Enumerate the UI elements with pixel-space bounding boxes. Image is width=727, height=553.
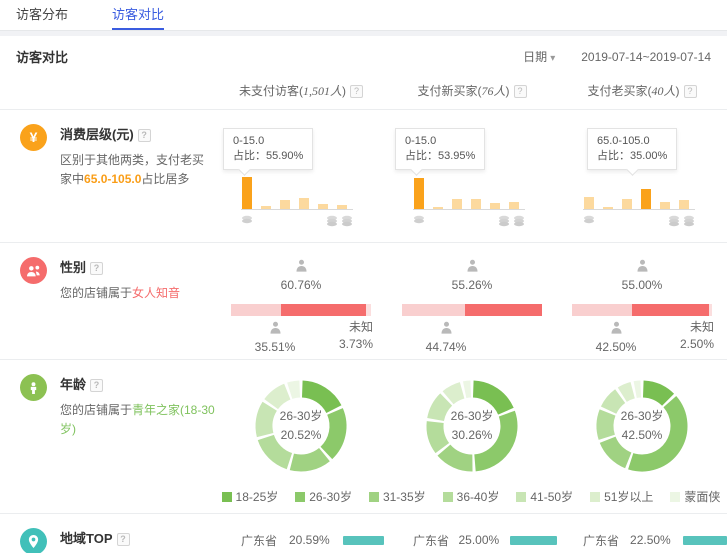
gender-stacked-bar xyxy=(572,304,712,316)
coin-stack-icon xyxy=(341,215,353,227)
male-icon xyxy=(268,321,283,338)
age-legend: 18-25岁 26-30岁 31-35岁 36-40岁 41-50岁 51岁以上… xyxy=(215,476,727,507)
region-list-unpaid: 广东省20.59% 浙江省11.06% xyxy=(215,528,387,553)
bar-chart xyxy=(413,176,525,210)
male-icon xyxy=(439,321,454,338)
age-donut-returning-buyers[interactable]: 26-30岁42.50% xyxy=(592,376,692,476)
row-title-region: 地域TOP? xyxy=(60,528,205,547)
region-row: 广东省25.00% xyxy=(413,532,557,548)
coin-stack-icon xyxy=(668,215,680,227)
coin-small-icon xyxy=(241,215,253,224)
bar-chart xyxy=(241,176,353,210)
yen-circle-icon: ¥ xyxy=(20,124,47,151)
region-row: 广东省20.59% xyxy=(241,532,387,548)
donut-center-label: 26-30岁42.50% xyxy=(592,376,692,476)
legend-item: 36-40岁 xyxy=(443,488,500,505)
gender-chart-new-buyers[interactable]: 55.26% 44.74% xyxy=(402,259,542,349)
location-pin-icon xyxy=(20,528,47,553)
chart-tooltip: 65.0-105.0占比：35.00% xyxy=(587,128,677,170)
gender-chart-unpaid[interactable]: 60.76% 35.51% 未知3.73% xyxy=(231,259,371,349)
consumption-chart-returning-buyers[interactable]: 65.0-105.0占比：35.00% xyxy=(557,124,727,232)
legend-item: 蒙面侠 xyxy=(670,488,720,505)
person-circle-icon xyxy=(20,374,47,401)
date-dropdown[interactable]: 日期▾ xyxy=(523,48,555,65)
legend-item: 18-25岁 xyxy=(222,488,279,505)
legend-item: 26-30岁 xyxy=(295,488,352,505)
chart-tooltip: 0-15.0占比：53.95% xyxy=(395,128,485,170)
region-list-returning-buyers: 广东省22.50% 福建省12.50% xyxy=(557,528,727,553)
female-icon xyxy=(294,259,309,276)
legend-swatch xyxy=(295,492,305,502)
gender-stacked-bar xyxy=(402,304,542,316)
coin-stack-icon xyxy=(513,215,525,227)
legend-item: 51岁以上 xyxy=(590,488,653,505)
bar-chart xyxy=(583,176,695,210)
help-icon[interactable]: ? xyxy=(138,129,151,142)
coin-stack-icon xyxy=(498,215,510,227)
row-title-consumption: 消费层级(元)? xyxy=(60,124,205,143)
row-desc-age: 您的店铺属于青年之家(18-30岁) xyxy=(60,401,220,439)
male-icon xyxy=(609,321,624,338)
region-row: 广东省22.50% xyxy=(583,532,727,548)
card-header: 访客对比 日期▾ 2019-07-14~2019-07-14 xyxy=(0,36,727,68)
people-circle-icon xyxy=(20,257,47,284)
coin-icons xyxy=(413,215,525,227)
row-age: 年龄? 您的店铺属于青年之家(18-30岁) 26-30岁20.52% 26-3… xyxy=(0,360,727,514)
legend-item: 31-35岁 xyxy=(369,488,426,505)
legend-swatch xyxy=(516,492,526,502)
coin-small-icon xyxy=(413,215,425,224)
region-list-new-buyers: 广东省25.00% 浙江省11.84% xyxy=(387,528,557,553)
help-icon[interactable]: ? xyxy=(90,379,103,392)
coin-stack-icon xyxy=(326,215,338,227)
help-icon[interactable]: ? xyxy=(684,85,697,98)
row-title-gender: 性别? xyxy=(60,257,205,276)
page-title: 访客对比 xyxy=(16,47,68,66)
chart-tooltip: 0-15.0占比：55.90% xyxy=(223,128,313,170)
consumption-chart-unpaid[interactable]: 0-15.0占比：55.90% xyxy=(215,124,387,232)
help-icon[interactable]: ? xyxy=(117,533,130,546)
unknown-gender-label: 未知3.73% xyxy=(339,319,373,353)
gender-stacked-bar xyxy=(231,304,371,316)
chevron-down-icon: ▾ xyxy=(550,53,555,64)
top-tabbar: 访客分布 访客对比 xyxy=(0,0,727,31)
region-bar xyxy=(510,536,557,545)
donut-center-label: 26-30岁30.26% xyxy=(422,376,522,476)
coin-icons xyxy=(583,215,695,227)
column-headers: 未支付访客(1,501人)? 支付新买家(76人)? 支付老买家(40人)? xyxy=(0,68,727,110)
tab-visitor-distribution[interactable]: 访客分布 xyxy=(16,0,68,30)
row-gender: 性别? 您的店铺属于女人知音 60.76% 35.51% 未知3.73% 55.… xyxy=(0,243,727,360)
legend-swatch xyxy=(670,492,680,502)
female-icon xyxy=(465,259,480,276)
unknown-gender-label: 未知2.50% xyxy=(680,319,714,353)
help-icon[interactable]: ? xyxy=(514,85,527,98)
row-title-age: 年龄? xyxy=(60,374,220,393)
coin-icons xyxy=(241,215,353,227)
colhead-new-buyers: 支付新买家(76人)? xyxy=(387,82,557,99)
age-donut-new-buyers[interactable]: 26-30岁30.26% xyxy=(422,376,522,476)
legend-swatch xyxy=(590,492,600,502)
legend-swatch xyxy=(222,492,232,502)
date-range[interactable]: 2019-07-14~2019-07-14 xyxy=(581,50,711,64)
coin-stack-icon xyxy=(683,215,695,227)
gender-chart-returning-buyers[interactable]: 55.00% 42.50% 未知2.50% xyxy=(572,259,712,349)
donut-center-label: 26-30岁20.52% xyxy=(251,376,351,476)
legend-swatch xyxy=(443,492,453,502)
coin-small-icon xyxy=(583,215,595,224)
row-region-top: 地域TOP? 您的访客聚集在广东省 广东省20.59% 浙江省11.06% 广东… xyxy=(0,514,727,553)
row-desc-gender: 您的店铺属于女人知音 xyxy=(60,284,205,303)
row-consumption-level: ¥ 消费层级(元)? 区别于其他两类，支付老买家中65.0-105.0占比居多 … xyxy=(0,110,727,243)
help-icon[interactable]: ? xyxy=(350,85,363,98)
tab-visitor-comparison[interactable]: 访客对比 xyxy=(112,0,164,30)
legend-item: 41-50岁 xyxy=(516,488,573,505)
region-bar xyxy=(683,536,727,545)
female-icon xyxy=(635,259,650,276)
colhead-returning-buyers: 支付老买家(40人)? xyxy=(557,82,727,99)
age-donut-unpaid[interactable]: 26-30岁20.52% xyxy=(251,376,351,476)
consumption-chart-new-buyers[interactable]: 0-15.0占比：53.95% xyxy=(387,124,557,232)
region-bar xyxy=(343,536,384,545)
legend-swatch xyxy=(369,492,379,502)
colhead-unpaid-visitors: 未支付访客(1,501人)? xyxy=(215,82,387,99)
help-icon[interactable]: ? xyxy=(90,262,103,275)
row-desc-consumption: 区别于其他两类，支付老买家中65.0-105.0占比居多 xyxy=(60,151,205,189)
